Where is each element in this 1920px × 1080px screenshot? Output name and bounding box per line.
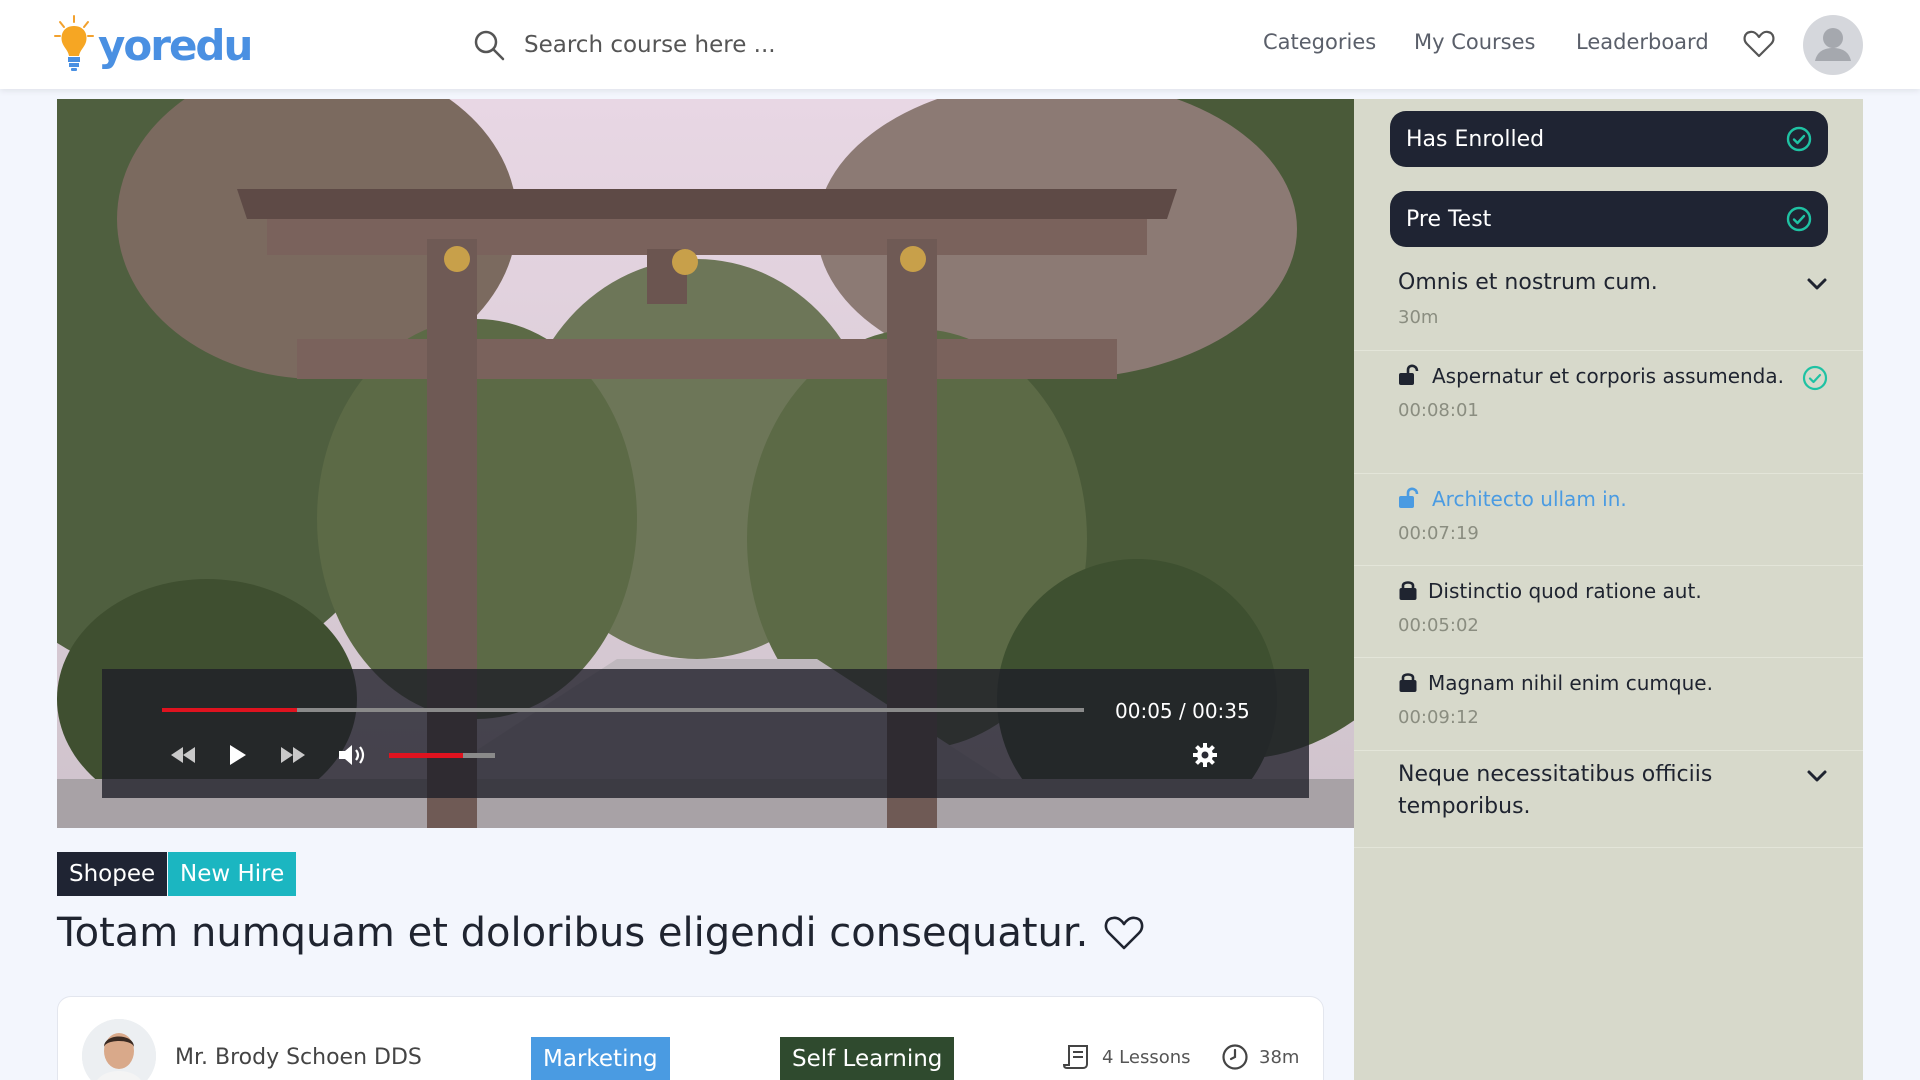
lock-icon [1399, 673, 1417, 692]
video-progress-bar[interactable] [162, 708, 1084, 712]
lessons-count-text: 4 Lessons [1102, 1046, 1191, 1068]
lesson-item-active[interactable]: Architecto ullam in. 00:07:19 [1398, 484, 1828, 544]
play-icon [230, 745, 246, 765]
lessons-scroll-icon [1062, 1045, 1088, 1069]
rewind-icon [171, 747, 195, 763]
course-duration-text: 38m [1259, 1046, 1300, 1068]
lightbulb-logo-icon [54, 15, 94, 71]
gear-icon [1193, 743, 1217, 767]
divider [1354, 750, 1863, 751]
lesson-item[interactable]: Aspernatur et corporis assumenda. 00:08:… [1398, 361, 1828, 421]
lesson-time: 00:08:01 [1398, 400, 1479, 421]
divider [1354, 657, 1863, 658]
instructor-photo [82, 1019, 156, 1080]
video-controls: 00:05 / 00:35 [102, 669, 1309, 798]
pre-test-item[interactable]: Pre Test [1390, 191, 1828, 247]
logo[interactable]: yoredu [54, 14, 253, 76]
lesson-time: 00:07:19 [1398, 523, 1479, 544]
lesson-title: Architecto ullam in. [1432, 487, 1627, 511]
tag-new-hire[interactable]: New Hire [168, 852, 297, 896]
instructor-name: Mr. Brody Schoen DDS [175, 1045, 422, 1070]
play-button[interactable] [223, 739, 253, 771]
section-title: Neque necessitatibus officiis temporibus… [1398, 762, 1713, 819]
fast-forward-icon [281, 747, 305, 763]
favorite-heart-icon[interactable] [1104, 914, 1144, 952]
learning-type-badge: Self Learning [780, 1037, 955, 1080]
section-duration: 30m [1398, 307, 1439, 328]
category-badge[interactable]: Marketing [531, 1037, 670, 1080]
lesson-title: Magnam nihil enim cumque. [1428, 671, 1713, 695]
volume-slider[interactable] [389, 753, 495, 758]
chevron-down-icon[interactable] [1806, 277, 1828, 291]
search-bar [472, 24, 844, 66]
section-header[interactable]: Omnis et nostrum cum. 30m [1398, 267, 1828, 328]
wishlist-heart-icon[interactable] [1743, 29, 1775, 59]
volume-icon [339, 745, 365, 765]
check-circle-icon [1786, 126, 1812, 152]
lesson-title-row: Distinctio quod ratione aut. [1398, 576, 1828, 607]
lesson-title-row: Aspernatur et corporis assumenda. [1398, 361, 1788, 392]
unlock-icon [1399, 487, 1419, 508]
lesson-time: 00:05:02 [1398, 615, 1479, 636]
nav-leaderboard[interactable]: Leaderboard [1576, 30, 1709, 54]
course-info-card: Mr. Brody Schoen DDS Marketing Self Lear… [57, 996, 1324, 1080]
course-title-text: Totam numquam et doloribus eligendi cons… [57, 910, 1089, 956]
settings-button[interactable] [1189, 739, 1221, 771]
lesson-title: Distinctio quod ratione aut. [1428, 579, 1702, 603]
section-title: Omnis et nostrum cum. [1398, 270, 1658, 295]
lesson-title-row: Architecto ullam in. [1398, 484, 1828, 515]
clock-icon [1222, 1044, 1248, 1070]
lesson-time: 00:09:12 [1398, 707, 1479, 728]
fast-forward-button[interactable] [277, 739, 309, 771]
chevron-down-icon[interactable] [1806, 769, 1828, 783]
volume-fill [389, 753, 464, 758]
course-duration: 38m [1221, 1043, 1299, 1071]
divider [1354, 847, 1863, 848]
rewind-button[interactable] [167, 739, 199, 771]
divider [1354, 473, 1863, 474]
nav-categories[interactable]: Categories [1263, 30, 1376, 54]
search-icon[interactable] [472, 28, 506, 62]
divider [1354, 350, 1863, 351]
pre-test-label: Pre Test [1406, 206, 1492, 232]
search-input[interactable] [524, 32, 844, 58]
video-player[interactable]: 00:05 / 00:35 [57, 99, 1354, 828]
video-time-display: 00:05 / 00:35 [1115, 699, 1250, 723]
has-enrolled-label: Has Enrolled [1406, 126, 1545, 152]
unlock-icon [1399, 364, 1419, 385]
lessons-count: 4 Lessons [1062, 1043, 1191, 1071]
top-header: yoredu Categories My Courses Leaderboard [0, 0, 1920, 89]
volume-button[interactable] [335, 739, 371, 771]
user-placeholder-icon [1815, 28, 1851, 61]
section-header[interactable]: Neque necessitatibus officiis temporibus… [1398, 759, 1828, 823]
has-enrolled-item[interactable]: Has Enrolled [1390, 111, 1828, 167]
video-progress-fill [162, 708, 297, 712]
lock-icon [1399, 581, 1417, 600]
course-content-sidebar: Has Enrolled Pre Test Omnis et nostrum c… [1354, 99, 1863, 1080]
lesson-title-row: Magnam nihil enim cumque. [1398, 668, 1828, 699]
lesson-title: Aspernatur et corporis assumenda. [1432, 364, 1784, 388]
lesson-item[interactable]: Magnam nihil enim cumque. 00:09:12 [1398, 668, 1828, 728]
instructor-avatar [82, 1019, 156, 1080]
lesson-item[interactable]: Distinctio quod ratione aut. 00:05:02 [1398, 576, 1828, 636]
check-circle-icon [1802, 365, 1828, 391]
check-circle-icon [1786, 206, 1812, 232]
tag-shopee[interactable]: Shopee [57, 852, 168, 896]
logo-text: yoredu [98, 20, 253, 70]
course-title: Totam numquam et doloribus eligendi cons… [57, 910, 1144, 956]
nav-my-courses[interactable]: My Courses [1414, 30, 1535, 54]
divider [1354, 565, 1863, 566]
user-avatar[interactable] [1803, 15, 1863, 75]
